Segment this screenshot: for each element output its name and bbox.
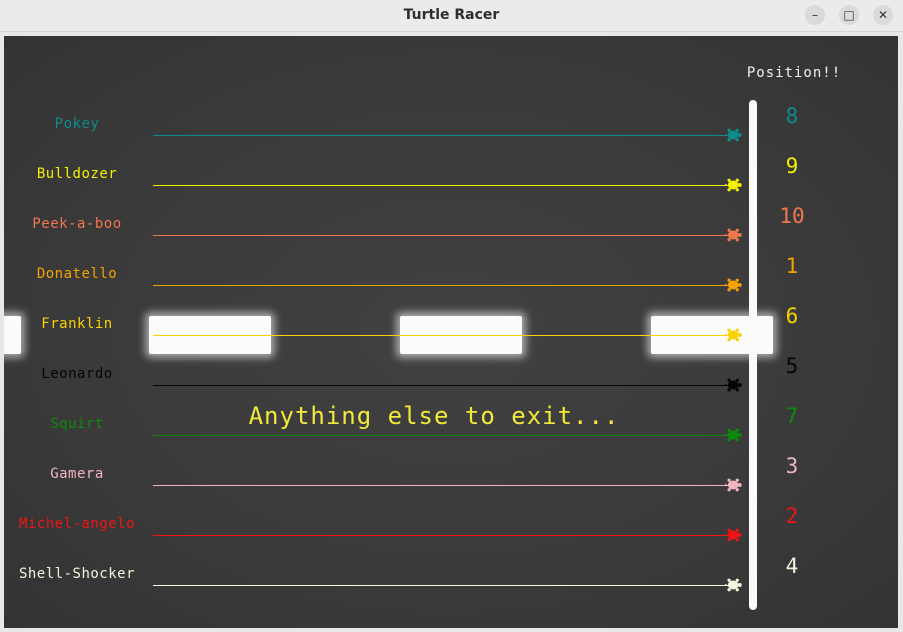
race-lane bbox=[153, 435, 733, 436]
race-lane bbox=[153, 235, 733, 236]
racer-name: Leonardo bbox=[41, 366, 113, 382]
racer-name: Bulldozer bbox=[36, 166, 118, 182]
position-heading: Position!! bbox=[746, 65, 842, 81]
racer-position: 4 bbox=[785, 554, 799, 578]
race-lane bbox=[153, 285, 733, 286]
finish-line bbox=[749, 100, 757, 610]
race-lane bbox=[153, 185, 733, 186]
racer-position: 2 bbox=[785, 504, 799, 528]
minimize-button[interactable]: – bbox=[805, 5, 825, 25]
window-title: Turtle Racer bbox=[403, 7, 500, 23]
turtle-icon bbox=[725, 278, 742, 292]
racer-position: 3 bbox=[785, 454, 799, 478]
race-lane bbox=[153, 585, 733, 586]
racer-position: 10 bbox=[779, 204, 805, 228]
race-canvas[interactable]: Position!! Pokey 8 Bulldozer 9 Peek-a-boo 10 D… bbox=[4, 36, 898, 628]
turtle-icon bbox=[725, 228, 742, 242]
race-lane bbox=[153, 135, 733, 136]
racer-name: Shell-Shocker bbox=[18, 566, 136, 582]
racer-position: 5 bbox=[785, 354, 799, 378]
racer-name: Squirt bbox=[50, 416, 104, 432]
close-button[interactable]: ✕ bbox=[873, 5, 893, 25]
maximize-button[interactable]: □ bbox=[839, 5, 859, 25]
turtle-icon bbox=[725, 478, 742, 492]
racer-name: Peek-a-boo bbox=[32, 216, 122, 232]
racer-position: 1 bbox=[785, 254, 799, 278]
racer-name: Donatello bbox=[36, 266, 118, 282]
race-lane bbox=[153, 335, 733, 336]
turtle-icon bbox=[725, 128, 742, 142]
racer-position: 9 bbox=[785, 154, 799, 178]
exit-message: Anything else to exit... bbox=[248, 402, 620, 430]
turtle-icon bbox=[725, 378, 742, 392]
turtle-icon bbox=[725, 528, 742, 542]
racer-position: 8 bbox=[785, 104, 799, 128]
race-lane bbox=[153, 535, 733, 536]
title-bar: Turtle Racer – □ ✕ bbox=[0, 0, 903, 32]
racer-name: Michel-angelo bbox=[18, 516, 136, 532]
racer-name: Pokey bbox=[54, 116, 100, 132]
race-lane bbox=[153, 485, 733, 486]
turtle-icon bbox=[725, 578, 742, 592]
racer-position: 7 bbox=[785, 404, 799, 428]
racer-name: Gamera bbox=[50, 466, 104, 482]
race-lane bbox=[153, 385, 733, 386]
racer-position: 6 bbox=[785, 304, 799, 328]
racer-name: Franklin bbox=[41, 316, 113, 332]
turtle-icon bbox=[725, 328, 742, 342]
turtle-icon bbox=[725, 428, 742, 442]
turtle-icon bbox=[725, 178, 742, 192]
